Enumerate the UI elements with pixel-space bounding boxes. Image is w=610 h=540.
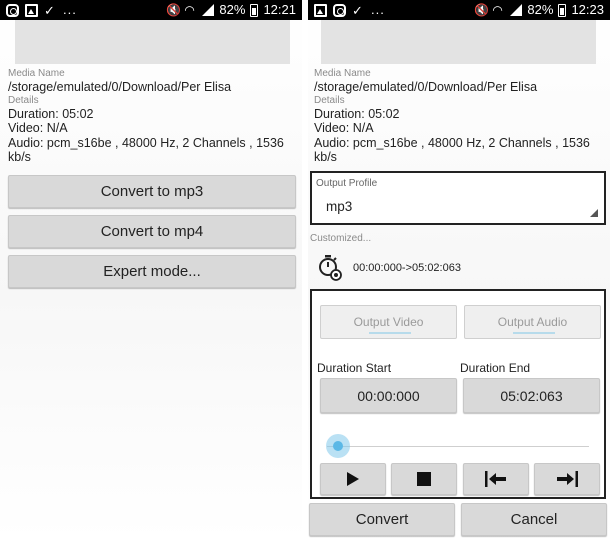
- set-start-icon: [485, 471, 506, 487]
- tab-output-video-label: Output Video: [353, 315, 424, 329]
- signal-icon: [510, 4, 523, 16]
- duration-text: Duration: 05:02: [314, 106, 400, 121]
- convert-button[interactable]: Convert: [309, 503, 455, 536]
- overflow-dots: ...: [371, 2, 385, 17]
- dropdown-arrow-icon: [590, 209, 598, 217]
- media-info: Media Name /storage/emulated/0/Download/…: [8, 68, 298, 165]
- status-icons-right: 🔇 ◠ 82% 12:23: [474, 2, 604, 18]
- video-text: Video: N/A: [8, 121, 68, 135]
- customized-label: Customized...: [310, 233, 372, 244]
- seek-slider-track[interactable]: [327, 446, 589, 447]
- duration-end-label: Duration End: [460, 361, 531, 375]
- tab-indicator: [369, 332, 411, 334]
- cancel-button[interactable]: Cancel: [461, 503, 607, 536]
- gallery-icon: [25, 3, 38, 17]
- signal-icon: [202, 4, 215, 16]
- instagram-icon: [6, 3, 19, 17]
- check-icon: ✓: [44, 2, 55, 18]
- media-path: /storage/emulated/0/Download/Per Elisa: [8, 80, 232, 94]
- output-profile-label: Output Profile: [316, 178, 378, 189]
- battery-percent: 82%: [219, 2, 246, 17]
- set-start-button[interactable]: [463, 463, 529, 495]
- duration-end-button[interactable]: 05:02:063: [463, 378, 600, 413]
- gallery-icon: [314, 3, 327, 17]
- set-end-button[interactable]: [534, 463, 600, 495]
- battery-percent: 82%: [527, 2, 554, 17]
- output-profile-value: mp3: [326, 199, 353, 214]
- media-name-label: Media Name: [8, 68, 65, 79]
- audio-text: Audio: pcm_s16be , 48000 Hz, 2 Channels …: [314, 135, 590, 165]
- clock: 12:23: [571, 2, 604, 17]
- time-range: 00:00:000->05:02:063: [353, 262, 461, 274]
- clock: 12:21: [263, 2, 296, 17]
- duration-text: Duration: 05:02: [8, 106, 94, 121]
- duration-start-button[interactable]: 00:00:000: [320, 378, 457, 413]
- seek-slider-thumb[interactable]: [326, 434, 350, 458]
- status-icons-left: ✓ ...: [314, 2, 385, 18]
- output-profile-select[interactable]: Output Profile mp3: [310, 171, 606, 225]
- tab-indicator: [513, 332, 555, 334]
- tab-output-audio-label: Output Audio: [497, 315, 568, 329]
- wifi-icon: ◠: [184, 2, 195, 17]
- convert-to-mp3-button[interactable]: Convert to mp3: [8, 175, 296, 208]
- mute-icon: 🔇: [166, 2, 182, 17]
- mute-icon: 🔇: [474, 2, 490, 17]
- instagram-icon: [333, 3, 346, 17]
- wifi-icon: ◠: [492, 2, 503, 17]
- play-button[interactable]: [320, 463, 386, 495]
- expert-settings-panel: Output Video Output Audio Duration Start…: [310, 289, 606, 499]
- status-icons-left: ✓ ...: [6, 2, 77, 18]
- ad-banner: [321, 20, 596, 64]
- ad-banner: [15, 20, 290, 64]
- media-path: /storage/emulated/0/Download/Per Elisa: [314, 80, 538, 94]
- left-screen: ✓ ... 🔇 ◠ 82% 12:21 Media Name /storage/…: [0, 0, 302, 540]
- status-icons-right: 🔇 ◠ 82% 12:21: [166, 2, 296, 18]
- play-icon: [347, 472, 359, 486]
- details-label: Details: [8, 94, 39, 106]
- tab-output-audio[interactable]: Output Audio: [464, 305, 601, 339]
- overflow-dots: ...: [63, 2, 77, 17]
- convert-to-mp4-button[interactable]: Convert to mp4: [8, 215, 296, 248]
- video-text: Video: N/A: [314, 121, 374, 135]
- expert-mode-button[interactable]: Expert mode...: [8, 255, 296, 288]
- duration-start-label: Duration Start: [317, 361, 392, 375]
- media-name-label: Media Name: [314, 68, 371, 79]
- battery-icon: [558, 3, 567, 17]
- right-screen: ✓ ... 🔇 ◠ 82% 12:23 Media Name /storage/…: [308, 0, 610, 540]
- stop-button[interactable]: [391, 463, 457, 495]
- stop-icon: [417, 472, 431, 486]
- timer-icon: [317, 253, 343, 281]
- battery-icon: [250, 3, 259, 17]
- status-bar: ✓ ... 🔇 ◠ 82% 12:23: [308, 0, 610, 20]
- details-label: Details: [314, 94, 345, 106]
- set-end-icon: [557, 471, 578, 487]
- tab-output-video[interactable]: Output Video: [320, 305, 457, 339]
- media-info: Media Name /storage/emulated/0/Download/…: [314, 68, 604, 165]
- audio-text: Audio: pcm_s16be , 48000 Hz, 2 Channels …: [8, 135, 284, 165]
- status-bar: ✓ ... 🔇 ◠ 82% 12:21: [0, 0, 302, 20]
- check-icon: ✓: [352, 2, 363, 18]
